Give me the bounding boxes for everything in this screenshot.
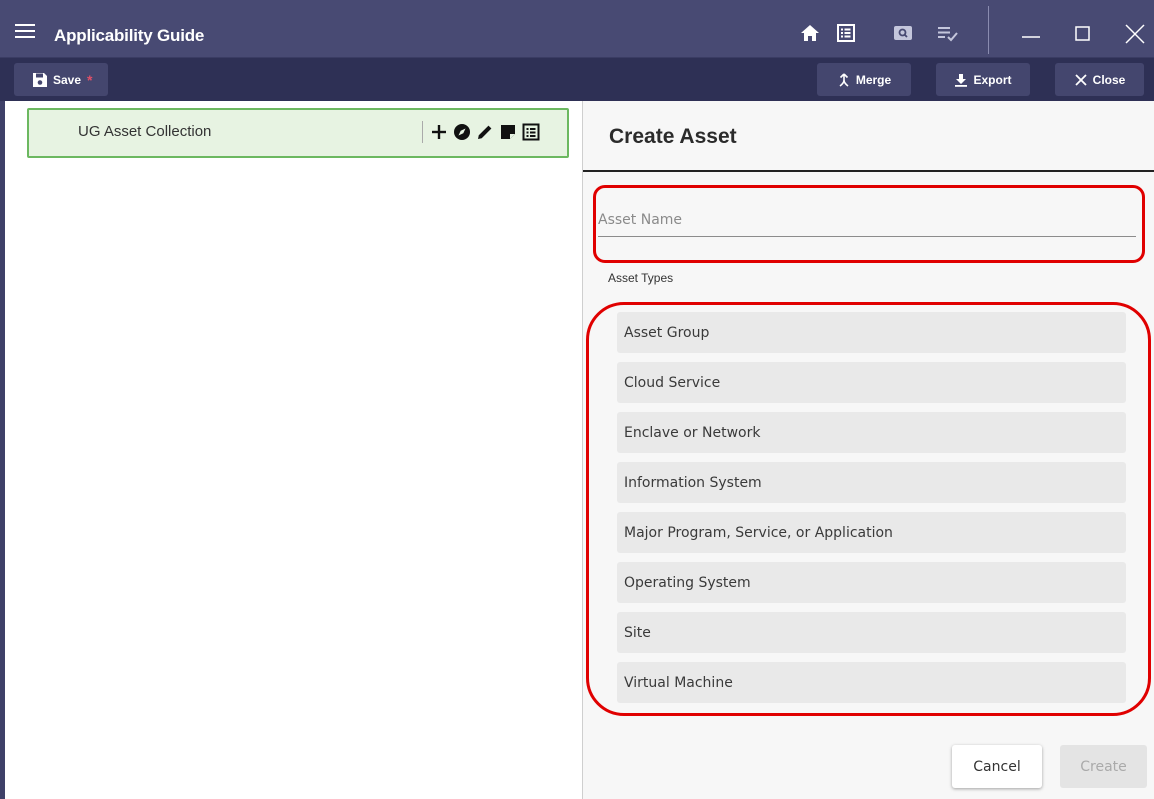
- asset-tree-pane: UG Asset Collection: [0, 101, 583, 799]
- merge-label: Merge: [855, 72, 892, 87]
- create-asset-panel: Create Asset Asset Types Asset Group Clo…: [583, 101, 1154, 799]
- minimize-icon[interactable]: [1020, 23, 1040, 43]
- close-window-icon[interactable]: [1124, 23, 1145, 44]
- node-actions: [422, 121, 540, 143]
- asset-type-option[interactable]: Enclave or Network: [617, 412, 1126, 453]
- list-icon[interactable]: [836, 23, 856, 43]
- asset-type-option[interactable]: Information System: [617, 462, 1126, 503]
- close-icon: [1075, 73, 1087, 86]
- close-label: Close: [1092, 72, 1126, 87]
- merge-icon: [839, 72, 849, 87]
- create-button[interactable]: Create: [1060, 745, 1147, 788]
- asset-name-input[interactable]: [598, 209, 1136, 237]
- asset-type-option[interactable]: Major Program, Service, or Application: [617, 512, 1126, 553]
- unsaved-indicator: *: [87, 71, 93, 88]
- playlist-check-icon[interactable]: [937, 23, 958, 43]
- compass-icon[interactable]: [452, 123, 471, 142]
- tree-node-ug-asset-collection[interactable]: UG Asset Collection: [27, 108, 569, 158]
- export-label: Export: [973, 72, 1012, 87]
- asset-type-option[interactable]: Cloud Service: [617, 362, 1126, 403]
- panel-title: Create Asset: [609, 125, 737, 148]
- save-button[interactable]: Save *: [14, 63, 108, 96]
- tree-node-label: UG Asset Collection: [78, 123, 212, 140]
- save-label: Save: [53, 72, 82, 87]
- action-toolbar: Save * Merge Export Close: [0, 57, 1154, 101]
- add-icon[interactable]: [429, 123, 448, 142]
- title-separator: [988, 6, 989, 54]
- app-title: Applicability Guide: [54, 26, 205, 45]
- close-button[interactable]: Close: [1055, 63, 1144, 96]
- maximize-icon[interactable]: [1073, 23, 1093, 43]
- hamburger-menu-icon[interactable]: [15, 24, 35, 38]
- asset-type-option[interactable]: Operating System: [617, 562, 1126, 603]
- details-icon[interactable]: [521, 123, 540, 142]
- note-icon[interactable]: [498, 123, 517, 142]
- asset-types-list: Asset Group Cloud Service Enclave or Net…: [617, 312, 1126, 712]
- cancel-button[interactable]: Cancel: [952, 745, 1042, 788]
- home-icon[interactable]: [800, 23, 820, 43]
- asset-types-label: Asset Types: [608, 271, 674, 285]
- title-bar: Applicability Guide: [0, 0, 1154, 57]
- save-icon: [33, 72, 47, 87]
- asset-type-option[interactable]: Virtual Machine: [617, 662, 1126, 703]
- title-divider: [583, 170, 1154, 172]
- search-panel-icon[interactable]: [893, 23, 913, 43]
- merge-button[interactable]: Merge: [817, 63, 911, 96]
- export-button[interactable]: Export: [936, 63, 1030, 96]
- asset-type-option[interactable]: Site: [617, 612, 1126, 653]
- download-icon: [955, 73, 968, 87]
- edit-icon[interactable]: [475, 123, 494, 142]
- asset-type-option[interactable]: Asset Group: [617, 312, 1126, 353]
